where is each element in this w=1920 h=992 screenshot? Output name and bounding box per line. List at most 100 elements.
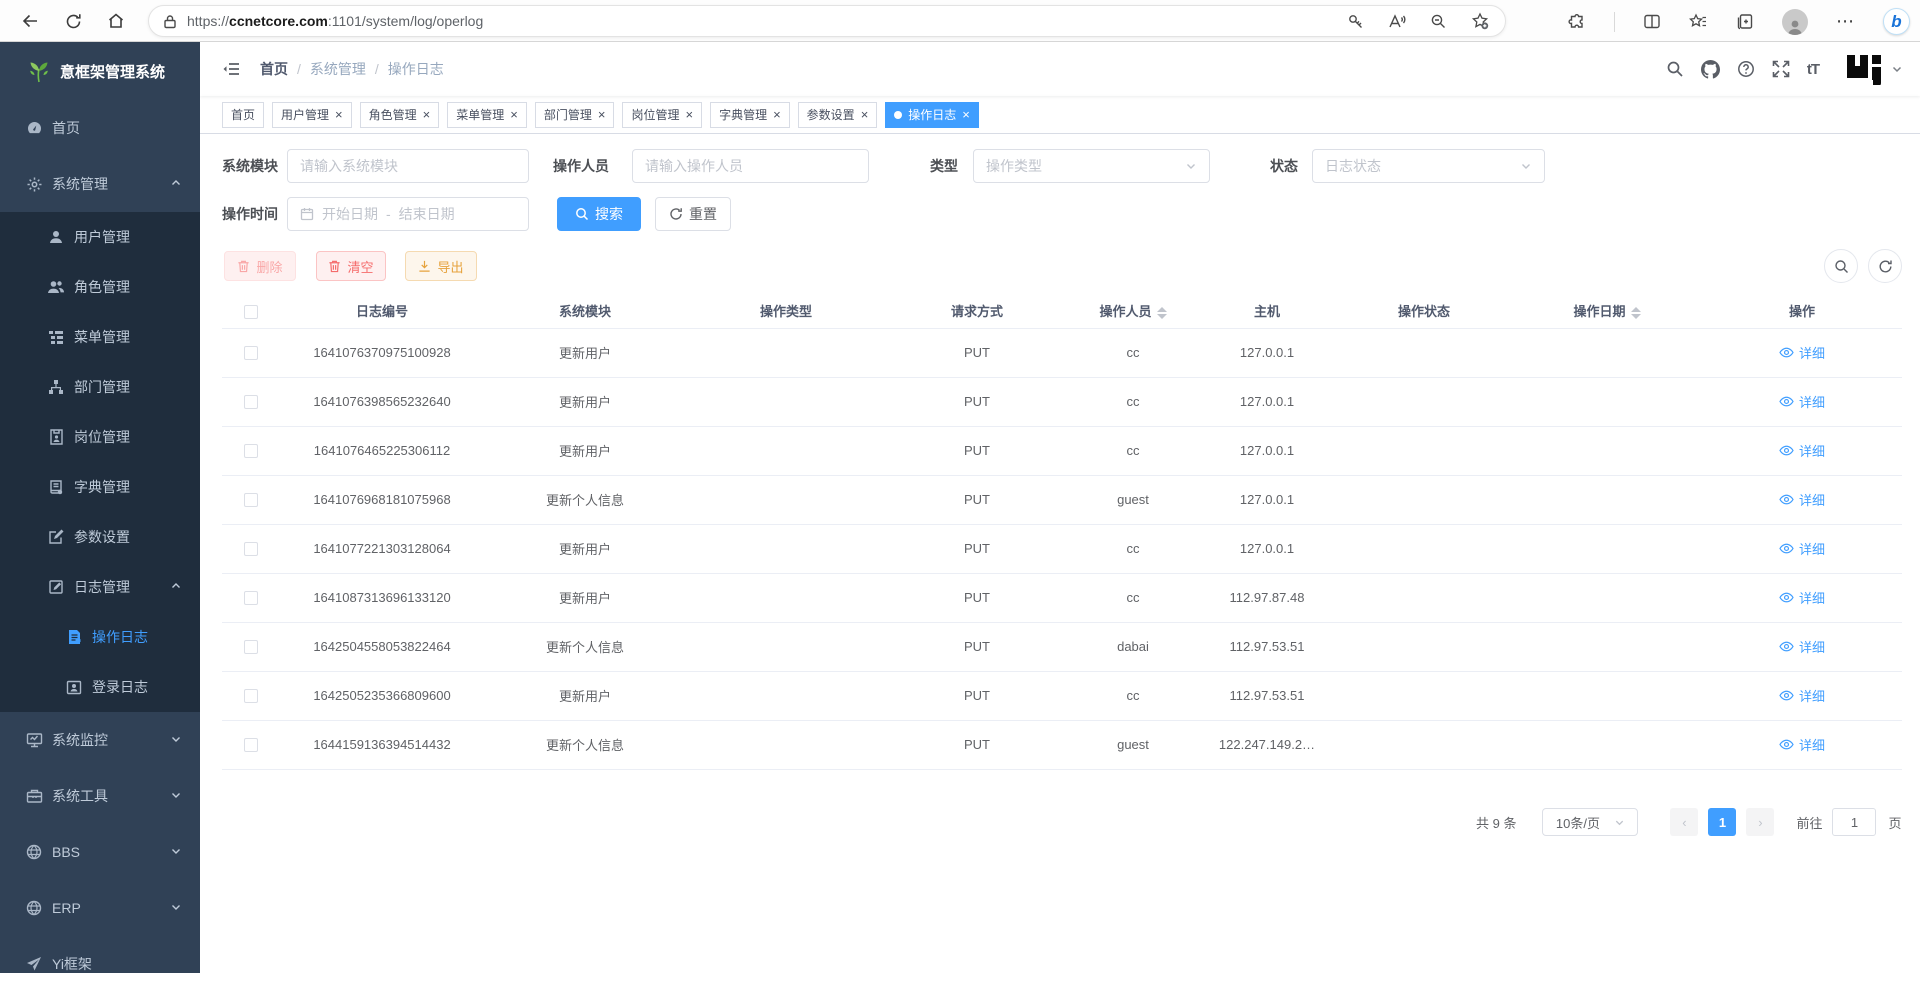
page-size-select[interactable]: 10条/页 <box>1542 808 1638 836</box>
sidebar-item-system-management[interactable]: 系统管理 <box>0 156 200 212</box>
tab-close-icon[interactable]: × <box>773 108 781 121</box>
github-icon[interactable] <box>1701 60 1720 79</box>
sidebar-item-menu-management[interactable]: 菜单管理 <box>0 312 200 362</box>
extensions-icon[interactable] <box>1568 13 1586 31</box>
user-avatar-logo[interactable] <box>1846 53 1902 85</box>
read-aloud-icon[interactable] <box>1388 13 1406 30</box>
tab-close-icon[interactable]: × <box>335 108 343 121</box>
detail-link[interactable]: 详细 <box>1779 441 1825 460</box>
status-select[interactable]: 日志状态 <box>1312 149 1545 183</box>
tab-role-management[interactable]: 角色管理× <box>360 102 440 128</box>
row-checkbox[interactable] <box>244 738 258 752</box>
detail-link[interactable]: 详细 <box>1779 686 1825 705</box>
module-filter-input[interactable] <box>287 149 529 183</box>
goto-page-input[interactable] <box>1832 808 1876 836</box>
tab-close-icon[interactable]: × <box>685 108 693 121</box>
header-search-icon[interactable] <box>1666 60 1684 78</box>
sidebar-item-erp[interactable]: ERP <box>0 880 200 936</box>
sidebar-item-dict-management[interactable]: 字典管理 <box>0 462 200 512</box>
row-checkbox[interactable] <box>244 444 258 458</box>
sidebar-item-home[interactable]: 首页 <box>0 100 200 156</box>
tab-param-settings[interactable]: 参数设置× <box>798 102 878 128</box>
detail-link[interactable]: 详细 <box>1779 392 1825 411</box>
table-search-toggle-button[interactable] <box>1824 249 1858 283</box>
sort-icons[interactable] <box>1157 307 1167 319</box>
tab-dict-management[interactable]: 字典管理× <box>710 102 790 128</box>
module-input[interactable] <box>300 158 516 174</box>
sidebar-item-param-settings[interactable]: 参数设置 <box>0 512 200 562</box>
favorites-bar-icon[interactable] <box>1689 13 1708 30</box>
sidebar-item-system-monitor[interactable]: 系统监控 <box>0 712 200 768</box>
url-text[interactable]: https://ccnetcore.com:1101/system/log/op… <box>187 13 1347 29</box>
detail-link[interactable]: 详细 <box>1779 343 1825 362</box>
help-icon[interactable] <box>1737 60 1755 78</box>
tab-close-icon[interactable]: × <box>510 108 518 121</box>
sidebar-item-user-management[interactable]: 用户管理 <box>0 212 200 262</box>
sidebar-item-post-management[interactable]: 岗位管理 <box>0 412 200 462</box>
table-refresh-button[interactable] <box>1868 249 1902 283</box>
detail-link[interactable]: 详细 <box>1779 735 1825 754</box>
detail-link[interactable]: 详细 <box>1779 588 1825 607</box>
type-select[interactable]: 操作类型 <box>973 149 1210 183</box>
browser-refresh-button[interactable] <box>60 8 86 34</box>
row-checkbox[interactable] <box>244 346 258 360</box>
tab-home[interactable]: 首页 <box>222 102 264 128</box>
tab-menu-management[interactable]: 菜单管理× <box>447 102 527 128</box>
col-date[interactable]: 操作日期 <box>1512 294 1702 328</box>
row-checkbox[interactable] <box>244 640 258 654</box>
browser-back-button[interactable] <box>17 8 43 34</box>
browser-settings-icon[interactable]: ⋯ <box>1836 11 1855 32</box>
app-logo-row[interactable]: 意框架管理系统 <box>0 42 200 100</box>
row-checkbox[interactable] <box>244 689 258 703</box>
fullscreen-icon[interactable] <box>1772 60 1790 78</box>
browser-profile-avatar[interactable] <box>1782 9 1808 35</box>
sidebar-item-log-management[interactable]: 日志管理 <box>0 562 200 612</box>
sidebar-item-role-management[interactable]: 角色管理 <box>0 262 200 312</box>
tab-close-icon[interactable]: × <box>423 108 431 121</box>
zoom-out-icon[interactable] <box>1430 13 1447 30</box>
page-number-1[interactable]: 1 <box>1708 808 1736 836</box>
password-key-icon[interactable] <box>1347 13 1364 30</box>
prev-page-button[interactable]: ‹ <box>1670 808 1698 836</box>
detail-link[interactable]: 详细 <box>1779 490 1825 509</box>
bing-chat-icon[interactable]: b <box>1883 8 1910 35</box>
tab-close-icon[interactable]: × <box>861 108 869 121</box>
collections-icon[interactable] <box>1736 13 1754 30</box>
favorite-star-icon[interactable] <box>1471 12 1489 30</box>
tab-operation-log[interactable]: 操作日志× <box>885 102 979 128</box>
sidebar-item-login-log[interactable]: 登录日志 <box>0 662 200 712</box>
select-all-checkbox[interactable] <box>244 305 258 319</box>
sidebar-item-operation-log[interactable]: 操作日志 <box>0 612 200 662</box>
lock-icon[interactable] <box>163 14 177 29</box>
next-page-button[interactable]: › <box>1746 808 1774 836</box>
row-checkbox[interactable] <box>244 591 258 605</box>
address-bar[interactable]: https://ccnetcore.com:1101/system/log/op… <box>148 5 1506 37</box>
sidebar-item-department-management[interactable]: 部门管理 <box>0 362 200 412</box>
browser-home-button[interactable] <box>103 8 129 34</box>
date-range-input[interactable]: 开始日期 - 结束日期 <box>287 197 529 231</box>
operator-input[interactable] <box>645 158 856 174</box>
tab-close-icon[interactable]: × <box>598 108 606 121</box>
col-operator[interactable]: 操作人员 <box>1068 294 1198 328</box>
tab-close-icon[interactable]: × <box>962 108 970 121</box>
tab-post-management[interactable]: 岗位管理× <box>622 102 702 128</box>
search-button[interactable]: 搜索 <box>557 197 641 231</box>
sort-icons[interactable] <box>1631 307 1641 319</box>
sidebar-item-bbs[interactable]: BBS <box>0 824 200 880</box>
detail-link[interactable]: 详细 <box>1779 637 1825 656</box>
operator-filter-input[interactable] <box>632 149 869 183</box>
row-checkbox[interactable] <box>244 542 258 556</box>
sidebar-item-yi-framework[interactable]: Yi框架 <box>0 936 200 992</box>
split-screen-icon[interactable] <box>1643 13 1661 30</box>
tab-department-management[interactable]: 部门管理× <box>535 102 615 128</box>
row-checkbox[interactable] <box>244 395 258 409</box>
reset-button[interactable]: 重置 <box>655 197 731 231</box>
row-checkbox[interactable] <box>244 493 258 507</box>
export-button[interactable]: 导出 <box>405 251 477 281</box>
clear-button[interactable]: 清空 <box>316 251 386 281</box>
tab-user-management[interactable]: 用户管理× <box>272 102 352 128</box>
delete-button[interactable]: 删除 <box>224 251 296 281</box>
breadcrumb-home[interactable]: 首页 <box>260 59 288 79</box>
sidebar-item-system-tools[interactable]: 系统工具 <box>0 768 200 824</box>
sidebar-fold-icon[interactable] <box>222 61 240 77</box>
